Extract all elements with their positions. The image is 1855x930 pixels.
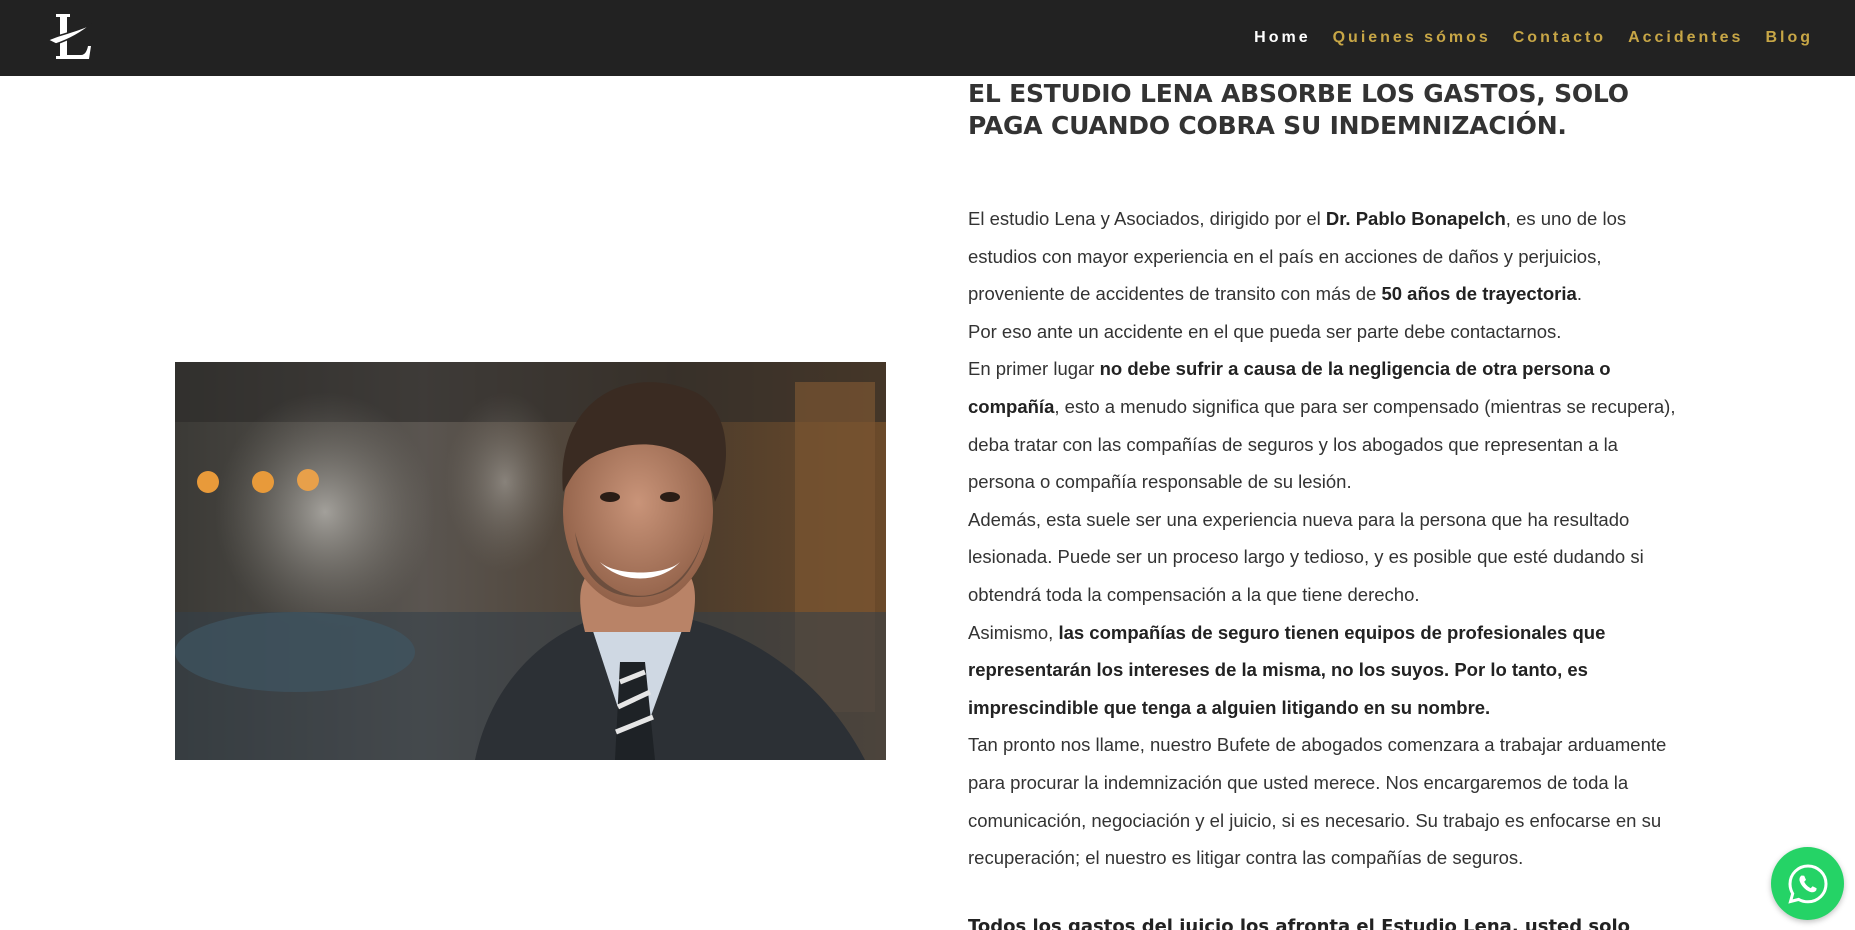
closing-statement: Todos los gastos del juicio los afronta … [968, 915, 1631, 930]
lawyer-photo [175, 362, 886, 760]
paragraph-insurers: Asimismo, las compañías de seguro tienen… [968, 621, 1606, 718]
paragraph-contact: Por eso ante un accidente en el que pued… [968, 320, 1562, 342]
main-content: EL ESTUDIO LENA ABSORBE LOS GASTOS, SOLO… [968, 76, 1678, 930]
nav-item-quienes-somos[interactable]: Quienes sómos [1333, 29, 1491, 47]
nav-item-contacto[interactable]: Contacto [1513, 29, 1606, 47]
paragraph-experience: Además, esta suele ser una experiencia n… [968, 508, 1644, 605]
whatsapp-icon [1787, 863, 1828, 904]
top-navbar: Home Quienes sómos Contacto Accidentes B… [0, 0, 1855, 76]
paragraph-negligence: En primer lugar no debe sufrir a causa d… [968, 358, 1676, 493]
nav-item-blog[interactable]: Blog [1765, 29, 1813, 47]
paragraph-intro: El estudio Lena y Asociados, dirigido po… [968, 208, 1627, 305]
paragraph-process: Tan pronto nos llame, nuestro Bufete de … [968, 734, 1667, 869]
nav-item-accidentes[interactable]: Accidentes [1628, 29, 1743, 47]
nav-item-home[interactable]: Home [1254, 29, 1310, 47]
site-logo[interactable] [42, 10, 98, 66]
article-body: El estudio Lena y Asociados, dirigido po… [968, 200, 1678, 877]
page-headline: EL ESTUDIO LENA ABSORBE LOS GASTOS, SOLO… [968, 79, 1629, 140]
main-nav: Home Quienes sómos Contacto Accidentes B… [1232, 0, 1813, 76]
whatsapp-button[interactable] [1771, 847, 1844, 920]
